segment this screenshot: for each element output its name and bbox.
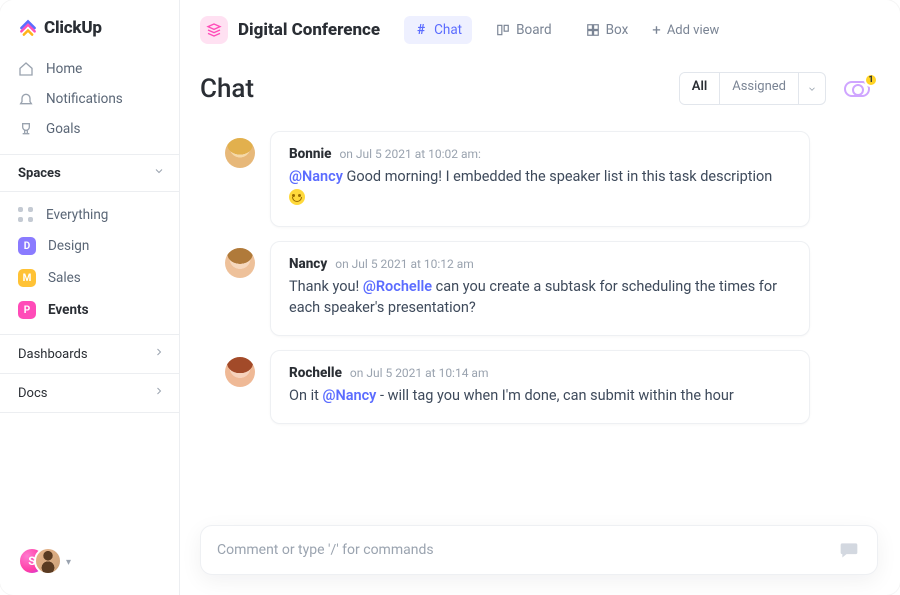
smile-emoji-icon <box>289 189 305 205</box>
space-label: Everything <box>46 207 108 223</box>
mention[interactable]: @Nancy <box>289 168 343 185</box>
nav-label: Goals <box>46 121 81 137</box>
mention[interactable]: @Nancy <box>322 387 376 404</box>
chevron-right-icon <box>153 346 165 362</box>
tab-box[interactable]: Box <box>576 16 639 44</box>
message-body: Thank you! @Rochelle can you create a su… <box>289 276 791 320</box>
filter-segment: All Assigned <box>679 72 826 105</box>
timestamp: on Jul 5 2021 at 10:14 am <box>350 366 489 380</box>
space-design[interactable]: D Design <box>0 230 179 262</box>
topbar: Digital Conference # Chat Board <box>180 0 900 54</box>
brand-name: ClickUp <box>44 18 102 38</box>
row-label: Docs <box>18 386 47 401</box>
user-avatar-photo <box>34 547 62 575</box>
message-body: On it @Nancy - will tag you when I'm don… <box>289 385 791 407</box>
message-text: On it <box>289 387 322 404</box>
filter-all[interactable]: All <box>680 73 719 104</box>
chevron-right-icon <box>153 385 165 401</box>
project-title: Digital Conference <box>238 20 380 40</box>
bell-icon <box>18 91 34 107</box>
primary-nav: Home Notifications Goals <box>0 52 179 154</box>
mention[interactable]: @Rochelle <box>363 278 432 295</box>
avatar <box>225 248 255 278</box>
spaces-heading-label: Spaces <box>18 166 61 181</box>
tab-chat[interactable]: # Chat <box>404 16 472 44</box>
filter-assigned[interactable]: Assigned <box>720 73 798 104</box>
spaces-list: Everything D Design M Sales P Events <box>0 192 179 334</box>
sidebar-docs[interactable]: Docs <box>0 373 179 413</box>
tab-label: Box <box>606 22 629 38</box>
nav-home[interactable]: Home <box>0 54 179 84</box>
filters: All Assigned 1 <box>679 72 874 105</box>
watchers[interactable]: 1 <box>844 77 874 101</box>
tab-label: Board <box>516 22 552 38</box>
filter-dropdown[interactable] <box>799 73 825 104</box>
message-header: Nancy on Jul 5 2021 at 10:12 am <box>289 256 791 272</box>
tab-board[interactable]: Board <box>486 16 562 44</box>
space-everything[interactable]: Everything <box>0 200 179 230</box>
message-header: Bonnie on Jul 5 2021 at 10:02 am: <box>289 146 791 162</box>
sidebar: ClickUp Home Notifications Goals <box>0 0 180 595</box>
home-icon <box>18 61 34 77</box>
chat-bubble-icon[interactable] <box>837 540 861 560</box>
nav-goals[interactable]: Goals <box>0 114 179 144</box>
timestamp: on Jul 5 2021 at 10:02 am: <box>339 147 481 161</box>
page-title: Chat <box>200 74 254 104</box>
space-label: Sales <box>48 270 81 286</box>
message-text: - will tag you when I'm done, can submit… <box>376 387 733 404</box>
view-tabs: # Chat Board Box + Add vie <box>404 16 719 44</box>
message-text: Good morning! I embedded the speaker lis… <box>343 168 772 185</box>
message[interactable]: Nancy on Jul 5 2021 at 10:12 am Thank yo… <box>270 241 810 337</box>
grid-icon <box>18 207 34 223</box>
tab-label: Chat <box>434 22 462 38</box>
message-text: Thank you! <box>289 278 363 295</box>
space-badge: P <box>18 301 36 319</box>
brand[interactable]: ClickUp <box>0 0 179 52</box>
add-view[interactable]: + Add view <box>652 21 719 39</box>
space-label: Events <box>48 302 89 318</box>
clickup-logo-icon <box>18 18 38 38</box>
composer-input[interactable] <box>217 542 837 558</box>
nav-label: Home <box>46 61 82 77</box>
plus-icon: + <box>652 21 661 39</box>
sidebar-dashboards[interactable]: Dashboards <box>0 334 179 373</box>
message-body: @Nancy Good morning! I embedded the spea… <box>289 166 791 210</box>
box-icon <box>586 23 600 37</box>
composer-area <box>180 515 900 595</box>
timestamp: on Jul 5 2021 at 10:12 am <box>335 257 474 271</box>
subbar: Chat All Assigned 1 <box>180 54 900 115</box>
space-sales[interactable]: M Sales <box>0 262 179 294</box>
main: Digital Conference # Chat Board <box>180 0 900 595</box>
space-badge: M <box>18 269 36 287</box>
nav-label: Notifications <box>46 91 123 107</box>
message[interactable]: Rochelle on Jul 5 2021 at 10:14 am On it… <box>270 350 810 424</box>
hash-icon: # <box>414 23 428 37</box>
avatar <box>225 138 255 168</box>
trophy-icon <box>18 121 34 137</box>
message-header: Rochelle on Jul 5 2021 at 10:14 am <box>289 365 791 381</box>
avatar <box>225 357 255 387</box>
space-label: Design <box>48 238 89 254</box>
chevron-down-icon <box>153 165 165 181</box>
project-block[interactable]: Digital Conference <box>200 16 380 44</box>
board-icon <box>496 23 510 37</box>
project-icon <box>200 16 228 44</box>
app-root: ClickUp Home Notifications Goals <box>0 0 900 595</box>
nav-notifications[interactable]: Notifications <box>0 84 179 114</box>
sidebar-footer[interactable]: S ▾ <box>0 535 179 595</box>
author: Nancy <box>289 256 327 272</box>
messages-list: Bonnie on Jul 5 2021 at 10:02 am: @Nancy… <box>180 115 900 515</box>
composer[interactable] <box>200 525 878 575</box>
row-label: Dashboards <box>18 347 88 362</box>
space-events[interactable]: P Events <box>0 294 179 326</box>
author: Rochelle <box>289 365 342 381</box>
space-badge: D <box>18 237 36 255</box>
author: Bonnie <box>289 146 331 162</box>
chevron-down-icon: ▾ <box>66 557 71 568</box>
spaces-header[interactable]: Spaces <box>0 154 179 192</box>
add-view-label: Add view <box>667 23 720 38</box>
watchers-count: 1 <box>864 73 878 87</box>
message[interactable]: Bonnie on Jul 5 2021 at 10:02 am: @Nancy… <box>270 131 810 227</box>
avatar-stack: S <box>18 547 60 577</box>
